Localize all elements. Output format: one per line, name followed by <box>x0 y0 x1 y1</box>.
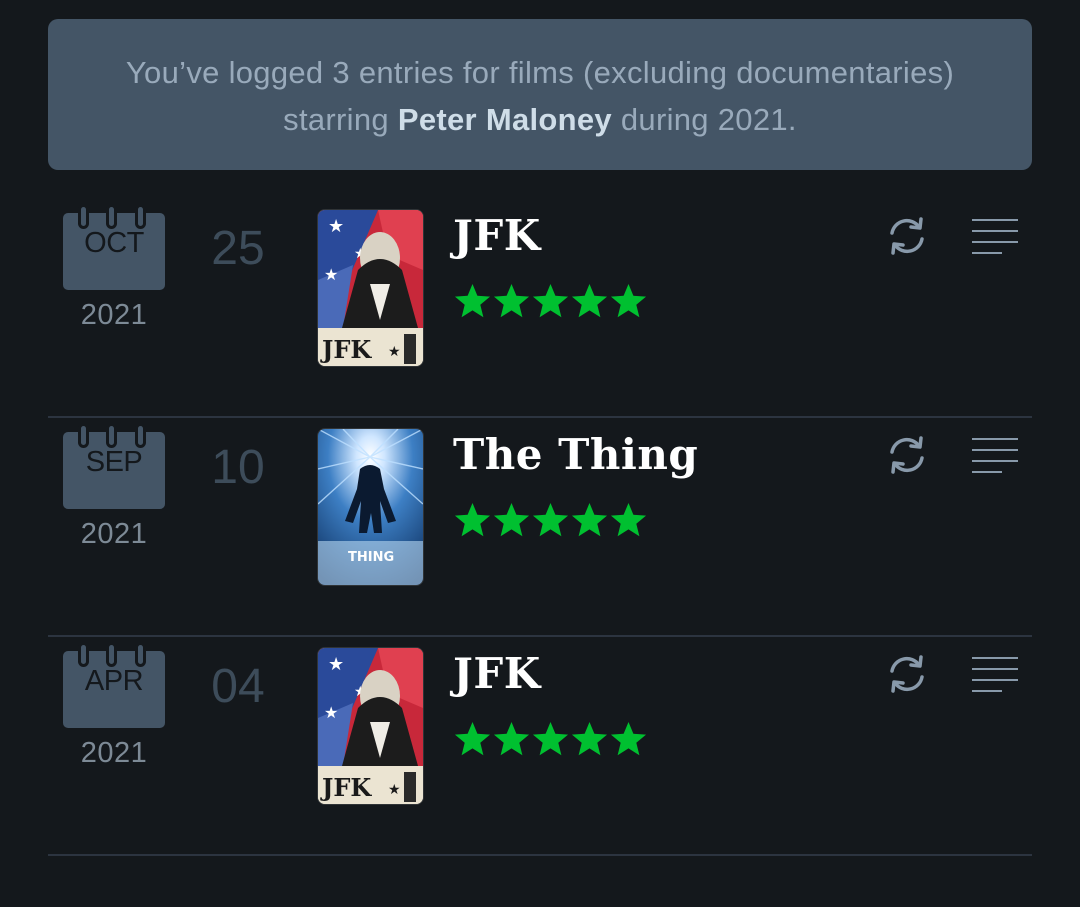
entry-month: APR <box>84 665 144 697</box>
entry-year: 2021 <box>80 737 148 769</box>
rewatch-icon[interactable] <box>884 651 930 697</box>
entry-divider <box>48 854 1032 856</box>
star-icon <box>610 283 647 318</box>
poster-the-thing[interactable]: THING <box>318 429 423 585</box>
star-icon <box>493 283 530 318</box>
entry-day[interactable]: 10 <box>198 440 278 495</box>
review-icon[interactable] <box>970 436 1020 476</box>
calendar-icon: OCT <box>63 204 165 290</box>
rewatch-icon[interactable] <box>884 432 930 478</box>
star-icon <box>532 502 569 537</box>
entry-day[interactable]: 25 <box>198 221 278 276</box>
calendar-icon: APR <box>63 642 165 728</box>
star-icon <box>571 283 608 318</box>
entry-month: OCT <box>84 227 144 259</box>
diary-entry[interactable]: APR 2021 04 ★ ★ ★ JFK ★ JFK <box>48 637 1032 856</box>
rewatch-icon[interactable] <box>884 213 930 259</box>
actor-link[interactable]: Peter Maloney <box>398 102 612 137</box>
star-icon <box>493 721 530 756</box>
star-rating <box>453 719 648 759</box>
film-title[interactable]: JFK <box>453 211 541 260</box>
svg-text:JFK: JFK <box>320 773 372 802</box>
entry-year: 2021 <box>80 299 148 331</box>
star-icon <box>454 721 491 756</box>
film-title[interactable]: The Thing <box>453 430 698 479</box>
summary-banner: You’ve logged 3 entries for films (exclu… <box>48 19 1032 170</box>
star-rating <box>453 281 648 321</box>
star-icon <box>532 283 569 318</box>
svg-text:★: ★ <box>324 265 338 284</box>
poster-jfk[interactable]: ★ ★ ★ JFK ★ <box>318 210 423 366</box>
star-icon <box>532 721 569 756</box>
star-icon <box>454 283 491 318</box>
film-title[interactable]: JFK <box>453 649 541 698</box>
svg-text:THING: THING <box>348 550 394 565</box>
star-icon <box>454 502 491 537</box>
star-rating <box>453 500 648 540</box>
svg-text:★: ★ <box>328 216 344 237</box>
svg-text:★: ★ <box>328 654 344 675</box>
diary-entry[interactable]: SEP 2021 10 THING The Thing <box>48 418 1032 637</box>
svg-text:JFK: JFK <box>320 335 372 364</box>
svg-text:★: ★ <box>388 344 401 360</box>
review-icon[interactable] <box>970 217 1020 257</box>
poster-jfk[interactable]: ★ ★ ★ JFK ★ <box>318 648 423 804</box>
review-icon[interactable] <box>970 655 1020 695</box>
entry-year: 2021 <box>80 518 148 550</box>
entry-day[interactable]: 04 <box>198 659 278 714</box>
entry-month: SEP <box>85 446 143 478</box>
star-icon <box>610 721 647 756</box>
star-icon <box>493 502 530 537</box>
star-icon <box>571 502 608 537</box>
diary-entry[interactable]: OCT 2021 25 ★ ★ ★ JFK ★ JFK <box>48 199 1032 418</box>
diary-page: You’ve logged 3 entries for films (exclu… <box>0 0 1080 907</box>
star-icon <box>610 502 647 537</box>
summary-text-end: during 2021. <box>611 102 797 137</box>
calendar-icon: SEP <box>63 423 165 509</box>
svg-text:★: ★ <box>388 782 401 798</box>
star-icon <box>571 721 608 756</box>
svg-text:★: ★ <box>324 703 338 722</box>
